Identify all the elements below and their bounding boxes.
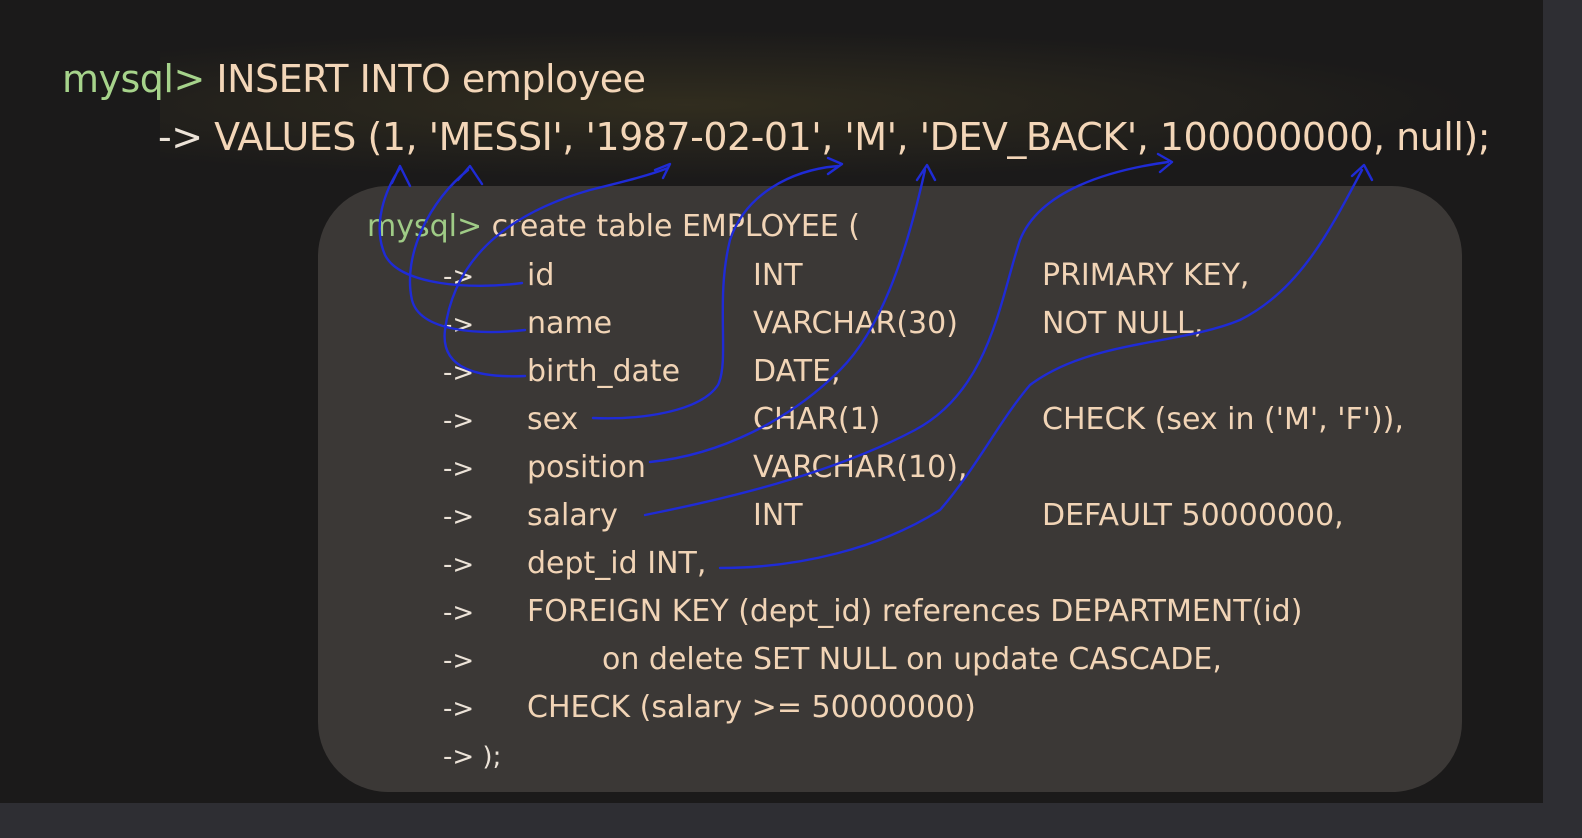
row-arrow: -> xyxy=(443,502,475,532)
column-type: INT xyxy=(753,498,803,533)
column-name: sex xyxy=(527,402,579,437)
column-type: VARCHAR(30) xyxy=(753,306,958,341)
mysql-prompt: mysql> xyxy=(367,209,483,244)
column-type: VARCHAR(10), xyxy=(753,450,968,485)
column-constraint: CHECK (sex in ('M', 'F')), xyxy=(1042,402,1404,437)
insert-statement-line-2: -> VALUES (1, 'MESSI', '1987-02-01', 'M'… xyxy=(158,115,1491,159)
column-constraint: NOT NULL, xyxy=(1042,306,1204,341)
slide: mysql> INSERT INTO employee -> VALUES (1… xyxy=(0,0,1543,803)
closing-line: -> ); xyxy=(443,742,502,772)
column-type: CHAR(1) xyxy=(753,402,881,437)
row-arrow: -> xyxy=(443,310,475,340)
row-arrow: -> xyxy=(443,598,475,628)
column-name: id xyxy=(527,258,555,293)
insert-into-text: INSERT INTO employee xyxy=(204,57,646,101)
create-table-header: mysql> create table EMPLOYEE ( xyxy=(367,212,860,242)
row-arrow: -> xyxy=(443,646,475,676)
foreign-key-line: FOREIGN KEY (dept_id) references DEPARTM… xyxy=(527,594,1303,629)
foreign-key-actions-line: on delete SET NULL on update CASCADE, xyxy=(602,642,1222,677)
create-table-text: create table EMPLOYEE ( xyxy=(482,209,860,244)
check-constraint-line: CHECK (salary >= 50000000) xyxy=(527,690,976,725)
column-constraint: DEFAULT 50000000, xyxy=(1042,498,1344,533)
dept-id-line: dept_id INT, xyxy=(527,546,707,581)
column-name: name xyxy=(527,306,613,341)
mysql-prompt: mysql> xyxy=(62,57,205,101)
column-type: INT xyxy=(753,258,803,293)
row-arrow: -> xyxy=(443,694,475,724)
column-type: DATE, xyxy=(753,354,841,389)
column-constraint: PRIMARY KEY, xyxy=(1042,258,1250,293)
continuation-arrow: -> xyxy=(158,115,203,159)
row-arrow: -> xyxy=(443,406,475,436)
insert-statement-line-1: mysql> INSERT INTO employee xyxy=(62,60,646,98)
row-arrow: -> xyxy=(443,358,475,388)
row-arrow: -> xyxy=(443,550,475,580)
row-arrow: -> xyxy=(443,454,475,484)
values-text: VALUES (1, 'MESSI', '1987-02-01', 'M', '… xyxy=(202,115,1491,159)
column-name: birth_date xyxy=(527,354,681,389)
row-arrow: -> xyxy=(443,262,475,292)
column-name: salary xyxy=(527,498,618,533)
column-name: position xyxy=(527,450,646,485)
